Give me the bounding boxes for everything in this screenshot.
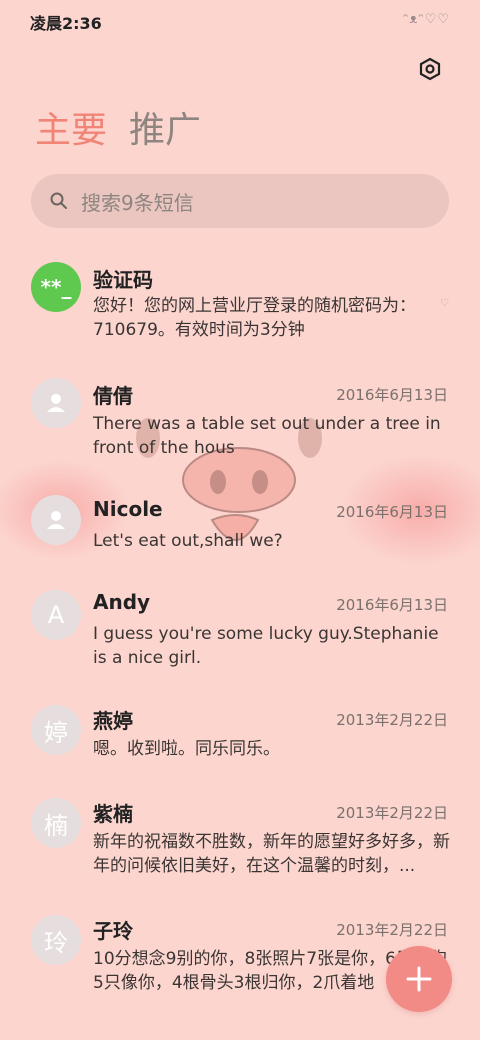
tab-main[interactable]: 主要: [35, 106, 107, 156]
avatar: [31, 378, 81, 428]
conversation-row[interactable]: 婷 燕婷 2013年2月22日 嗯。收到啦。同乐同乐。: [0, 703, 480, 793]
conversation-name: 子玲: [93, 919, 133, 943]
search-bar[interactable]: 搜索9条短信: [31, 174, 449, 228]
avatar: 楠: [31, 798, 81, 848]
conversation-preview: 新年的祝福数不胜数，新年的愿望好多好多，新年的问候依旧美好，在这个温馨的时刻，.…: [93, 832, 450, 876]
new-message-button[interactable]: [386, 946, 452, 1012]
plus-icon: [406, 966, 432, 992]
conversation-row[interactable]: Nicole 2016年6月13日 Let's eat out,shall we…: [0, 483, 480, 573]
conversation-preview: 嗯。收到啦。同乐同乐。: [93, 739, 280, 759]
avatar: 玲: [31, 915, 81, 965]
tab-bar: 主要 推广: [35, 106, 201, 156]
conversation-name: 验证码: [93, 268, 153, 292]
conversation-date: 2016年6月13日: [336, 386, 448, 404]
conversation-name: Andy: [93, 590, 151, 614]
contact-placeholder-icon: [47, 394, 65, 412]
tab-promotion[interactable]: 推广: [129, 106, 201, 156]
conversation-date: 2013年2月22日: [336, 711, 448, 729]
conversation-row[interactable]: A Andy 2016年6月13日 I guess you're some lu…: [0, 586, 480, 696]
conversation-row[interactable]: 楠 紫楠 2013年2月22日 新年的祝福数不胜数，新年的愿望好多好多，新年的问…: [0, 796, 480, 906]
avatar: 婷: [31, 705, 81, 755]
conversation-date: 2013年2月22日: [336, 921, 448, 939]
conversation-preview: I guess you're some lucky guy.Stephanie …: [93, 624, 439, 668]
avatar: **_: [31, 262, 81, 312]
conversation-preview: There was a table set out under a tree i…: [93, 414, 441, 458]
conversation-row[interactable]: **_ 验证码 您好！您的网上营业厅登录的随机密码为：710679。有效时间为3…: [0, 248, 480, 358]
status-icons: ᵔᴥᵔ♡♡: [403, 12, 450, 27]
heart-icon: ♡: [440, 298, 449, 309]
status-time: 凌晨2:36: [30, 14, 102, 33]
status-bar: 凌晨2:36 ᵔᴥᵔ♡♡: [0, 0, 480, 40]
conversation-date: 2013年2月22日: [336, 804, 448, 822]
settings-icon: [419, 57, 441, 81]
avatar: [31, 495, 81, 545]
conversation-date: 2016年6月13日: [336, 503, 448, 521]
conversation-date: 2016年6月13日: [336, 596, 448, 614]
search-icon: [50, 192, 67, 209]
settings-button[interactable]: [416, 55, 444, 83]
conversation-name: 紫楠: [93, 802, 133, 826]
contact-placeholder-icon: [47, 511, 65, 529]
conversation-name: Nicole: [93, 497, 163, 521]
conversation-row[interactable]: 倩倩 2016年6月13日 There was a table set out …: [0, 366, 480, 476]
conversation-name: 燕婷: [93, 709, 133, 733]
conversation-preview: Let's eat out,shall we?: [93, 531, 283, 551]
conversation-preview: 您好！您的网上营业厅登录的随机密码为：710679。有效时间为3分钟: [93, 296, 416, 340]
conversation-name: 倩倩: [93, 384, 133, 408]
search-placeholder: 搜索9条短信: [81, 190, 194, 215]
avatar: A: [31, 590, 81, 640]
